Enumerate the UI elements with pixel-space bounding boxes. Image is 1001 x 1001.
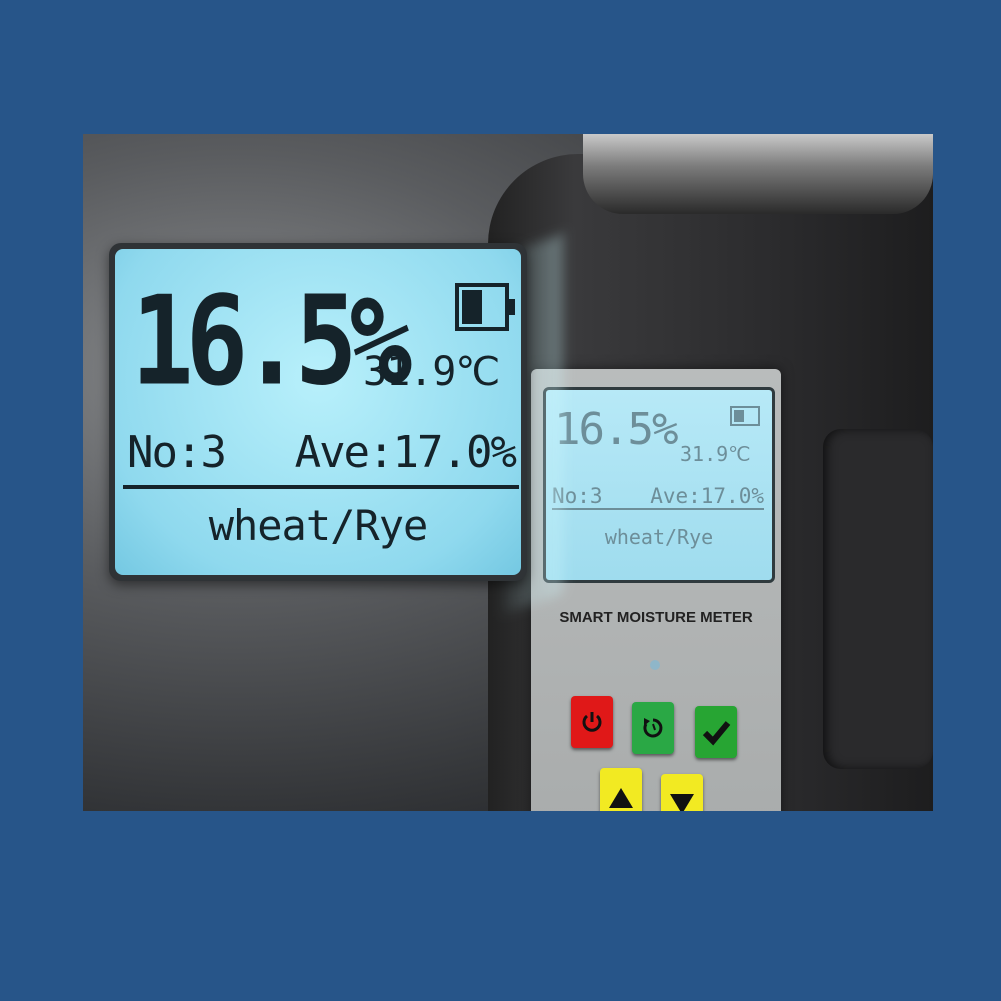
sample-count: No:3 — [127, 427, 227, 478]
small-moisture-value: 16.5% — [554, 404, 678, 455]
product-photo: 16.5% 31.9℃ No:3 Ave:17.0% wheat/Rye SMA… — [83, 134, 933, 811]
confirm-button[interactable] — [695, 706, 737, 758]
magnified-lcd: 16.5% 31.9℃ No:3 Ave:17.0% wheat/Rye — [109, 243, 527, 581]
up-button[interactable] — [600, 768, 642, 811]
small-stats-row: No:3 Ave:17.0% — [552, 484, 764, 510]
reset-icon — [643, 718, 663, 738]
indicator-led — [650, 660, 660, 670]
reset-button[interactable] — [632, 702, 674, 754]
average-value: Ave:17.0% — [294, 427, 517, 478]
down-arrow-icon — [670, 794, 694, 811]
divider — [123, 485, 519, 489]
battery-icon — [455, 283, 515, 331]
up-arrow-icon — [609, 788, 633, 808]
device-lcd: 16.5% 31.9℃ No:3 Ave:17.0% wheat/Rye — [543, 387, 775, 583]
stats-row: No:3 Ave:17.0% — [127, 427, 517, 478]
small-grain-type: wheat/Rye — [604, 525, 714, 549]
small-battery-icon — [730, 406, 760, 426]
small-temperature-value: 31.9℃ — [680, 442, 751, 466]
meter-cap — [583, 134, 933, 214]
down-button[interactable] — [661, 774, 703, 811]
check-icon — [702, 721, 731, 746]
power-button[interactable] — [571, 696, 613, 748]
grain-type: wheat/Rye — [208, 501, 429, 550]
temperature-value: 31.9℃ — [363, 349, 500, 395]
magnified-lcd-screen: 16.5% 31.9℃ No:3 Ave:17.0% wheat/Rye — [115, 249, 521, 575]
device-label: SMART MOISTURE METER — [559, 609, 753, 626]
power-icon — [582, 712, 602, 732]
small-average: Ave:17.0% — [650, 484, 764, 508]
meter-side-ridge — [823, 429, 933, 769]
